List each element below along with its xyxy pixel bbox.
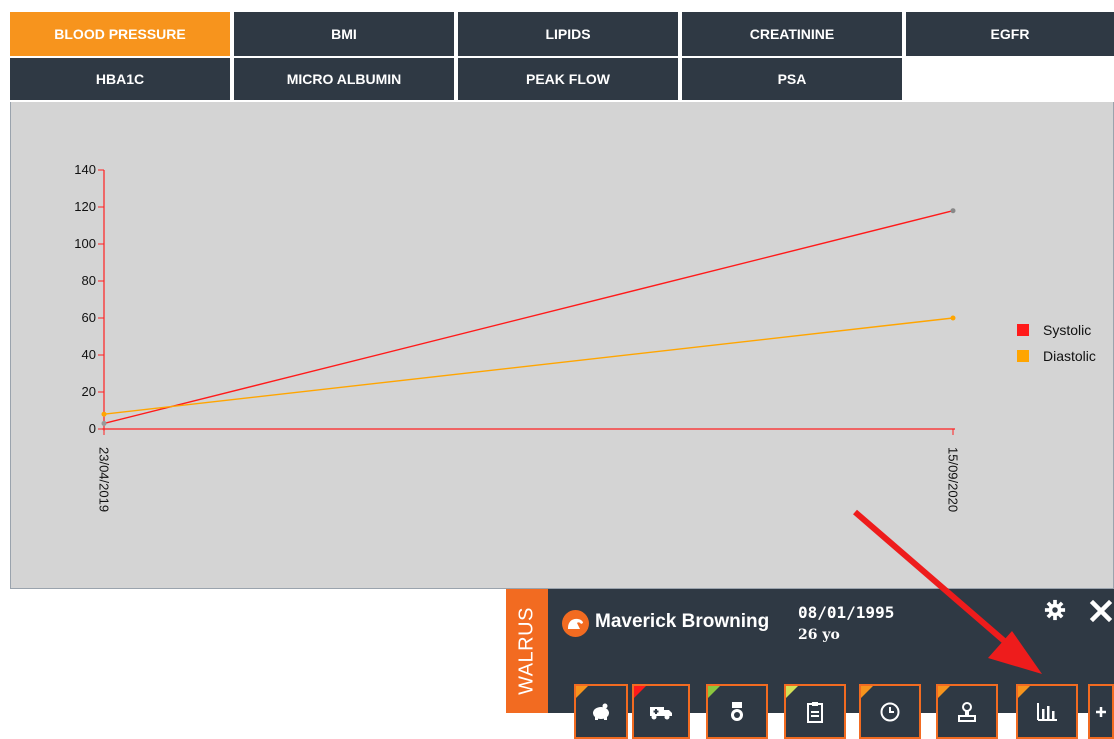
- tab-bmi[interactable]: BMI: [234, 12, 454, 56]
- y-tick-label: 80: [82, 273, 96, 288]
- legend-label: Systolic: [1043, 322, 1091, 338]
- y-tick-label: 140: [74, 162, 96, 177]
- stamp-icon: [956, 701, 978, 723]
- series-line-diastolic: [103, 317, 954, 415]
- walrus-brand-strip: WALRUS: [506, 589, 548, 713]
- tab-micro-albumin[interactable]: MICRO ALBUMIN: [234, 58, 454, 100]
- toolbar-button-bar-chart[interactable]: [1016, 684, 1078, 739]
- legend-label: Diastolic: [1043, 348, 1096, 364]
- brand-label: WALRUS: [515, 607, 538, 695]
- x-tick-label: 23/04/2019: [96, 447, 111, 512]
- series-line-systolic: [103, 210, 954, 425]
- clipboard-icon: [806, 701, 824, 723]
- bar-chart-icon: [1036, 702, 1058, 722]
- walrus-widget: WALRUS Maverick Browning 08/01/1995 26 y…: [506, 589, 1114, 739]
- blood-pressure-chart: 0 20 40 60 80 100 120 140 23/04/2019 15/09/2020 Sy…: [74, 162, 1096, 512]
- medal-icon: [728, 701, 746, 723]
- tab-egfr[interactable]: EGFR: [906, 12, 1114, 56]
- status-marker: [708, 686, 720, 698]
- legend-swatch: [1017, 350, 1029, 362]
- patient-name: Maverick Browning: [595, 611, 770, 632]
- y-tick-label: 0: [89, 421, 96, 436]
- toolbar-button-clipboard[interactable]: [784, 684, 846, 739]
- tab-creatinine[interactable]: CREATININE: [682, 12, 902, 56]
- y-tick-label: 60: [82, 310, 96, 325]
- status-marker: [938, 686, 950, 698]
- data-point: [101, 420, 107, 426]
- x-tick-label: 15/09/2020: [945, 447, 960, 512]
- tab-hba1c[interactable]: HBA1C: [10, 58, 230, 100]
- gear-icon[interactable]: [1044, 599, 1066, 621]
- y-tick-label: 40: [82, 347, 96, 362]
- status-marker: [861, 686, 873, 698]
- close-icon[interactable]: [1088, 598, 1114, 624]
- status-marker: [634, 686, 646, 698]
- patient-dob: 08/01/1995: [798, 603, 895, 622]
- status-marker: [1018, 686, 1030, 698]
- tab-blood-pressure[interactable]: BLOOD PRESSURE: [10, 12, 230, 56]
- tab-lipids[interactable]: LIPIDS: [458, 12, 678, 56]
- toolbar-button-piggy-bank[interactable]: [574, 684, 628, 739]
- status-marker: [576, 686, 588, 698]
- patient-age: 26 yo: [798, 627, 840, 643]
- toolbar-button-clock[interactable]: [859, 684, 921, 739]
- toolbar-button-plus[interactable]: [1088, 684, 1114, 739]
- plus-icon: [1095, 706, 1107, 718]
- data-point: [950, 208, 956, 214]
- y-tick-label: 20: [82, 384, 96, 399]
- tab-peak-flow[interactable]: PEAK FLOW: [458, 58, 678, 100]
- legend-swatch: [1017, 324, 1029, 336]
- tab-psa[interactable]: PSA: [682, 58, 902, 100]
- data-point: [950, 315, 956, 321]
- status-marker: [786, 686, 798, 698]
- piggy-bank-icon: [590, 703, 612, 721]
- chart-panel: 0 20 40 60 80 100 120 140 23/04/2019 15/09/2020 Sy…: [10, 102, 1114, 589]
- y-tick-label: 100: [74, 236, 96, 251]
- clock-icon: [879, 701, 901, 723]
- y-tick-label: 120: [74, 199, 96, 214]
- toolbar-button-ambulance[interactable]: [632, 684, 690, 739]
- toolbar-button-stamp[interactable]: [936, 684, 998, 739]
- ambulance-icon: [649, 704, 673, 720]
- toolbar-button-medal[interactable]: [706, 684, 768, 739]
- data-point: [101, 411, 107, 417]
- walrus-logo-icon: [562, 610, 589, 637]
